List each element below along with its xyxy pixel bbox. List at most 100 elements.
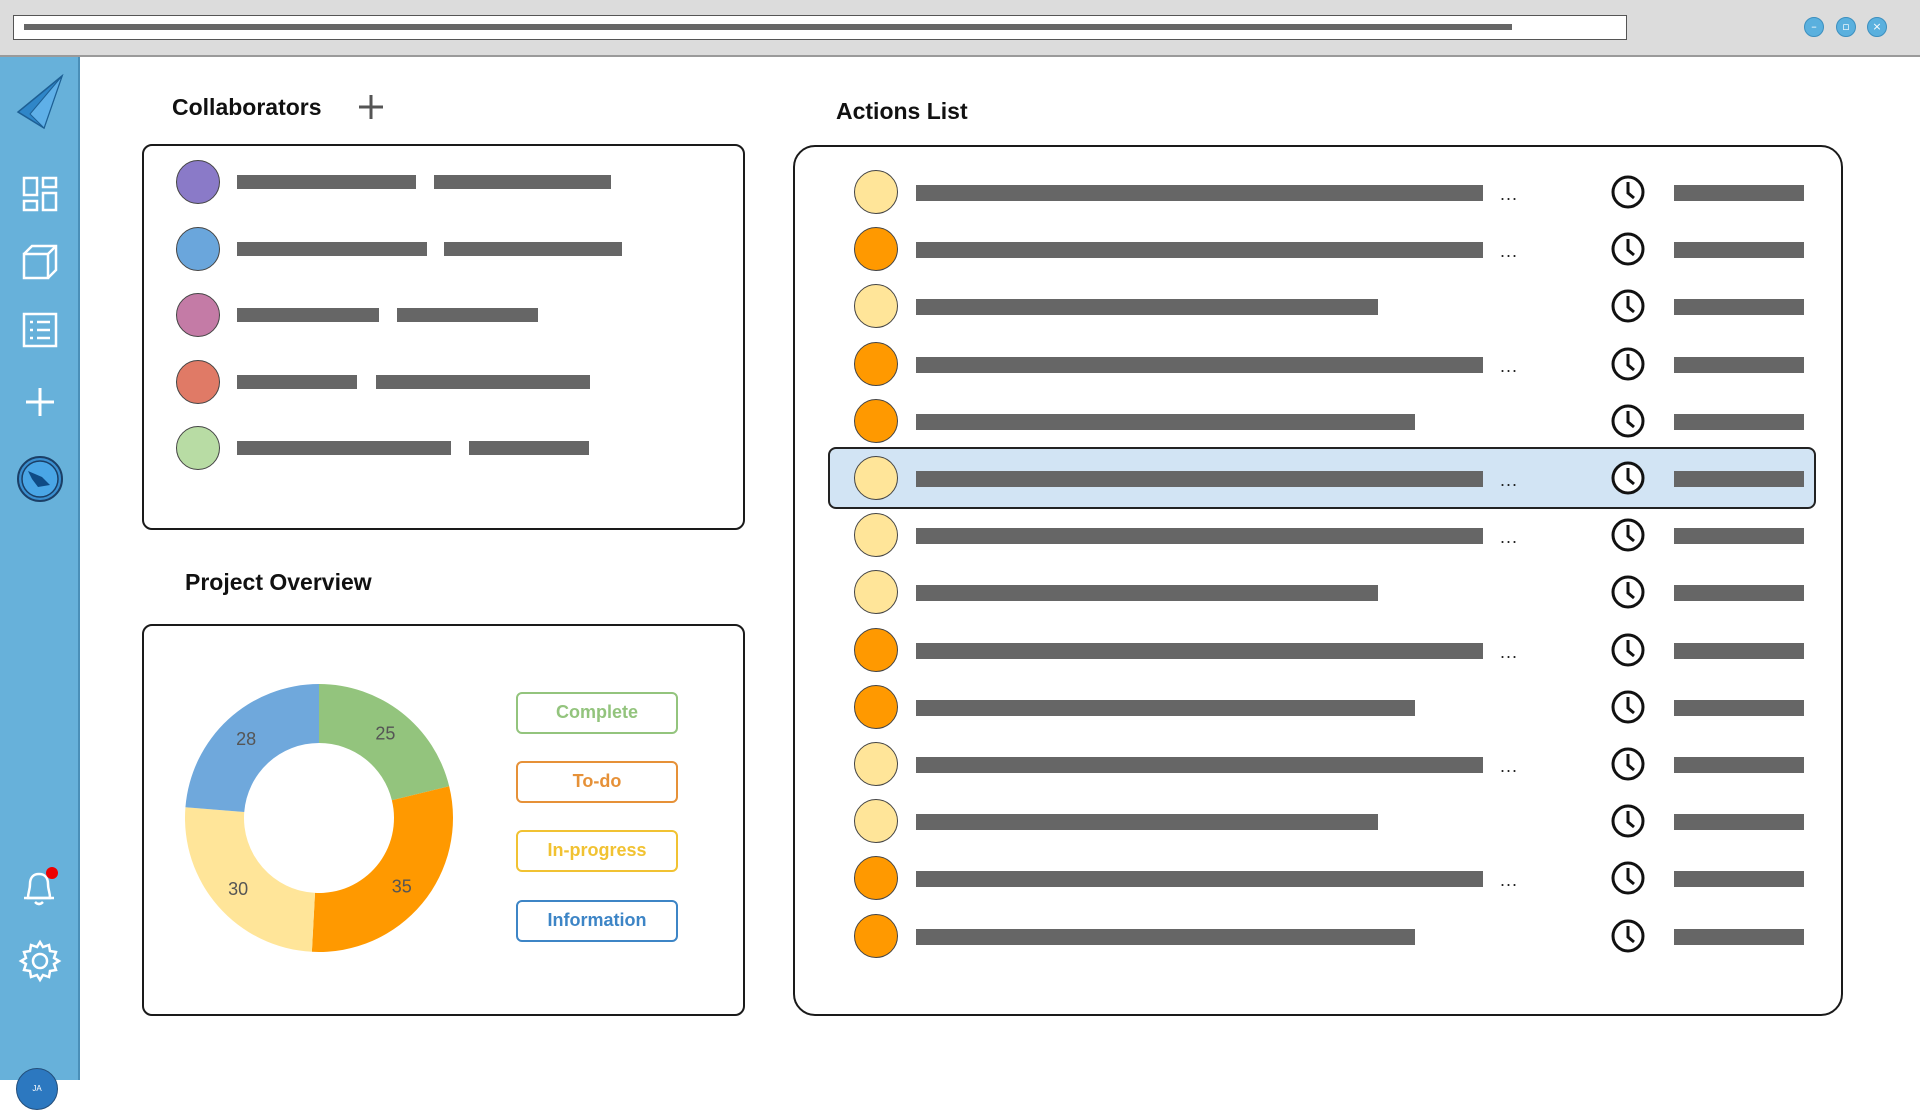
collaborator-role-placeholder xyxy=(434,175,611,189)
clock-icon[interactable] xyxy=(1610,746,1646,782)
action-title-placeholder xyxy=(916,528,1483,544)
action-due-date-placeholder xyxy=(1674,185,1804,201)
collaborator-name-placeholder xyxy=(237,308,379,322)
donut-slice-todo xyxy=(311,786,453,952)
action-status-indicator[interactable] xyxy=(854,399,898,443)
clock-icon[interactable] xyxy=(1610,517,1646,553)
dashboard-grid-icon[interactable] xyxy=(13,167,67,221)
actions-title: Actions List xyxy=(836,98,968,124)
collaborator-name-placeholder xyxy=(237,375,357,389)
close-button[interactable]: × xyxy=(1867,17,1887,37)
action-title-placeholder xyxy=(916,414,1415,430)
action-status-indicator[interactable] xyxy=(854,513,898,557)
collaborator-role-placeholder xyxy=(397,308,538,322)
clock-icon[interactable] xyxy=(1610,288,1646,324)
collaborator-role-placeholder xyxy=(376,375,590,389)
action-status-indicator[interactable] xyxy=(854,914,898,958)
action-due-date-placeholder xyxy=(1674,643,1804,659)
legend-inprogress-button[interactable]: In-progress xyxy=(516,830,678,872)
add-collaborator-button[interactable] xyxy=(358,94,384,120)
collaborator-name-placeholder xyxy=(237,175,416,189)
collaborators-title: Collaborators xyxy=(172,94,322,120)
action-due-date-placeholder xyxy=(1674,700,1804,716)
clock-icon[interactable] xyxy=(1610,346,1646,382)
action-title-placeholder xyxy=(916,471,1483,487)
globe-icon[interactable] xyxy=(13,452,67,506)
action-more-button[interactable]: ... xyxy=(1500,184,1518,205)
action-more-button[interactable]: ... xyxy=(1500,356,1518,377)
sidebar: JA xyxy=(0,57,80,1110)
action-due-date-placeholder xyxy=(1674,585,1804,601)
plus-icon xyxy=(359,95,383,119)
action-title-placeholder xyxy=(916,299,1378,315)
action-status-indicator[interactable] xyxy=(854,742,898,786)
action-status-indicator[interactable] xyxy=(854,284,898,328)
collaborator-avatar[interactable] xyxy=(176,426,220,470)
clock-icon[interactable] xyxy=(1610,632,1646,668)
collaborator-avatar[interactable] xyxy=(176,293,220,337)
address-bar[interactable] xyxy=(13,15,1627,40)
bell-icon[interactable] xyxy=(13,861,67,915)
action-status-indicator[interactable] xyxy=(854,856,898,900)
project-donut-chart: 25 35 30 28 xyxy=(185,684,453,952)
clock-icon[interactable] xyxy=(1610,860,1646,896)
collaborator-avatar[interactable] xyxy=(176,160,220,204)
clock-icon[interactable] xyxy=(1610,803,1646,839)
collaborator-avatar[interactable] xyxy=(176,360,220,404)
legend-complete-button[interactable]: Complete xyxy=(516,692,678,734)
clock-icon[interactable] xyxy=(1610,403,1646,439)
action-status-indicator[interactable] xyxy=(854,456,898,500)
plus-icon[interactable] xyxy=(13,375,67,429)
overview-title: Project Overview xyxy=(185,569,372,595)
donut-value-label: 30 xyxy=(228,879,248,899)
clock-icon[interactable] xyxy=(1610,574,1646,610)
donut-slice-inprogress xyxy=(185,807,316,952)
action-title-placeholder xyxy=(916,871,1483,887)
clock-icon[interactable] xyxy=(1610,689,1646,725)
legend-information-button[interactable]: Information xyxy=(516,900,678,942)
collaborator-name-placeholder xyxy=(237,242,427,256)
action-more-button[interactable]: ... xyxy=(1500,642,1518,663)
address-bar-text-placeholder xyxy=(24,24,1512,30)
cube-icon[interactable] xyxy=(13,235,67,289)
action-status-indicator[interactable] xyxy=(854,170,898,214)
action-due-date-placeholder xyxy=(1674,528,1804,544)
action-more-button[interactable]: ... xyxy=(1500,241,1518,262)
action-more-button[interactable]: ... xyxy=(1500,470,1518,491)
legend-todo-button[interactable]: To-do xyxy=(516,761,678,803)
clock-icon[interactable] xyxy=(1610,174,1646,210)
action-status-indicator[interactable] xyxy=(854,799,898,843)
action-status-indicator[interactable] xyxy=(854,628,898,672)
clock-icon[interactable] xyxy=(1610,231,1646,267)
action-status-indicator[interactable] xyxy=(854,570,898,614)
action-status-indicator[interactable] xyxy=(854,227,898,271)
action-due-date-placeholder xyxy=(1674,871,1804,887)
collaborator-name-placeholder xyxy=(237,441,451,455)
collaborator-avatar[interactable] xyxy=(176,227,220,271)
action-title-placeholder xyxy=(916,700,1415,716)
app-logo-icon[interactable] xyxy=(13,74,67,131)
action-more-button[interactable]: ... xyxy=(1500,870,1518,891)
minimize-button[interactable]: – xyxy=(1804,17,1824,37)
action-more-button[interactable]: ... xyxy=(1500,756,1518,777)
action-title-placeholder xyxy=(916,643,1483,659)
action-due-date-placeholder xyxy=(1674,471,1804,487)
maximize-button[interactable]: ▫ xyxy=(1836,17,1856,37)
clock-icon[interactable] xyxy=(1610,460,1646,496)
action-status-indicator[interactable] xyxy=(854,342,898,386)
user-avatar[interactable]: JA xyxy=(16,1068,58,1110)
collaborators-panel xyxy=(142,144,745,530)
gear-icon[interactable] xyxy=(13,934,67,988)
action-due-date-placeholder xyxy=(1674,299,1804,315)
donut-value-label: 28 xyxy=(236,729,256,749)
list-icon[interactable] xyxy=(13,303,67,357)
action-due-date-placeholder xyxy=(1674,757,1804,773)
action-title-placeholder xyxy=(916,185,1483,201)
clock-icon[interactable] xyxy=(1610,918,1646,954)
window-titlebar: – ▫ × xyxy=(0,0,1920,57)
action-due-date-placeholder xyxy=(1674,814,1804,830)
collaborator-role-placeholder xyxy=(469,441,589,455)
action-more-button[interactable]: ... xyxy=(1500,527,1518,548)
action-title-placeholder xyxy=(916,357,1483,373)
action-status-indicator[interactable] xyxy=(854,685,898,729)
